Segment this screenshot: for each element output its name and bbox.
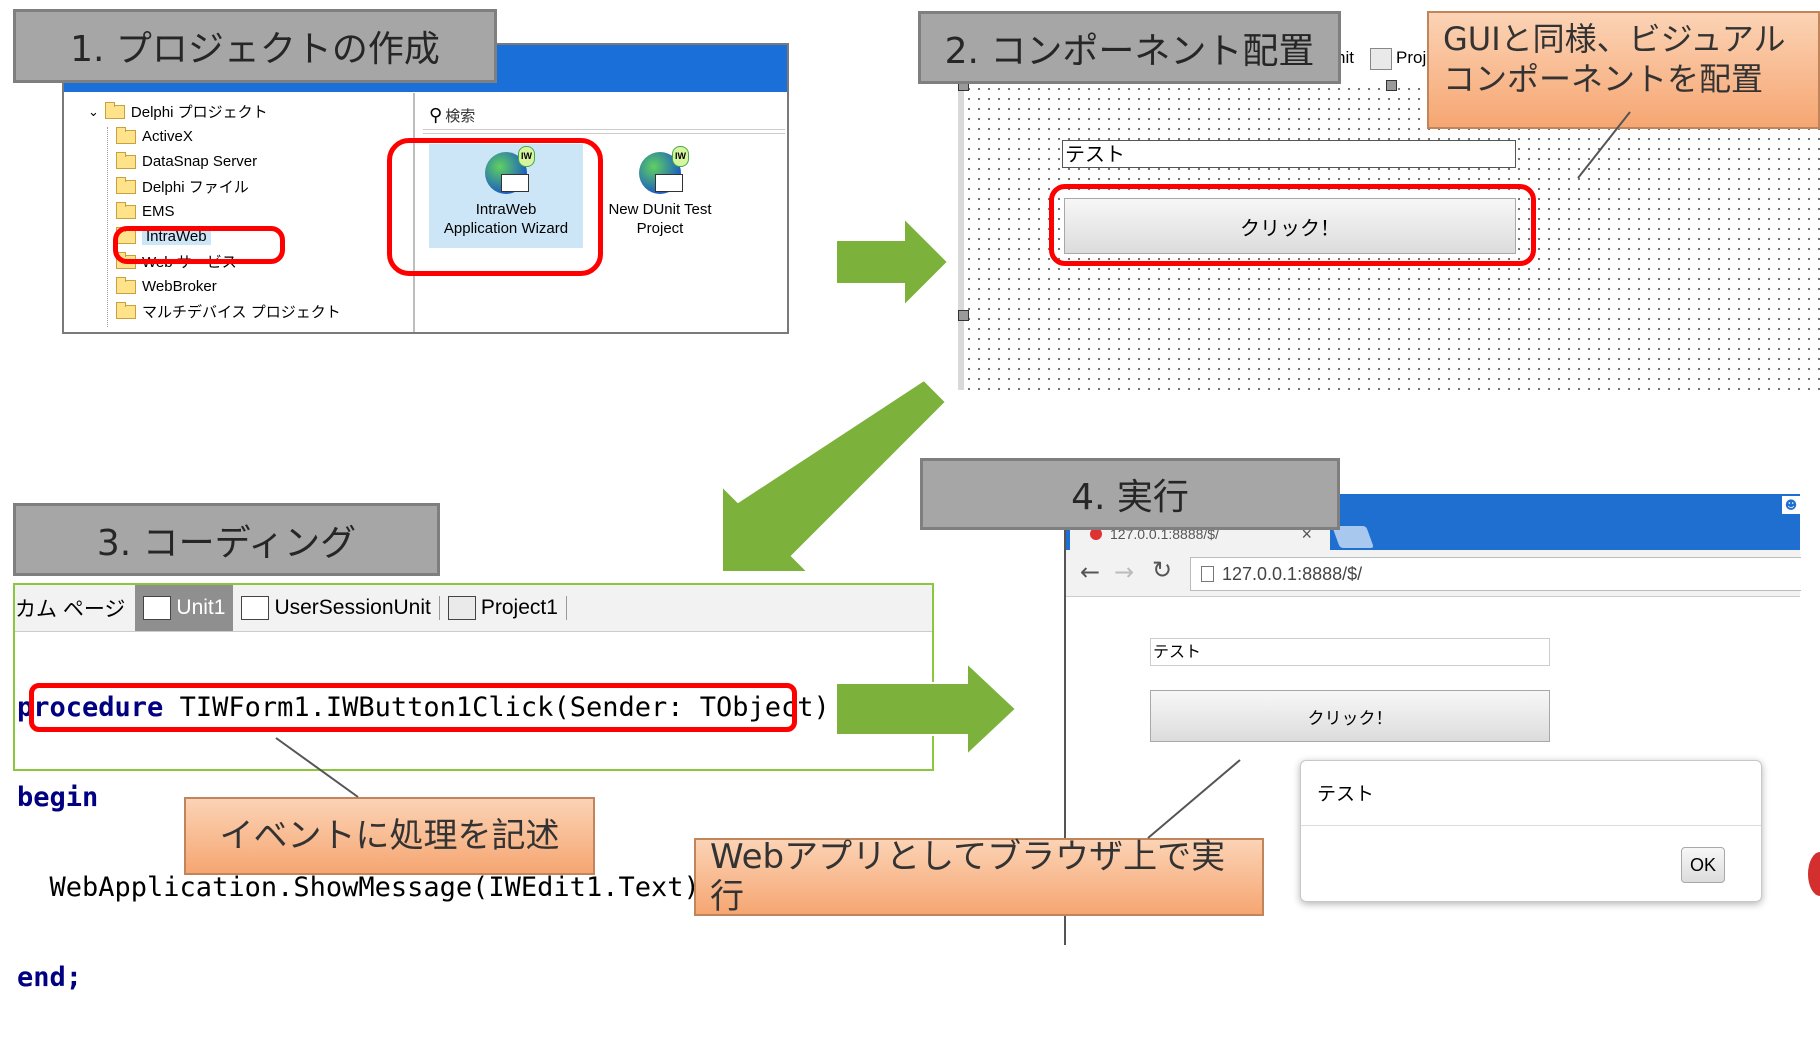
- leader-line: [1147, 759, 1241, 839]
- connectors: [275, 111, 1631, 839]
- leader-line: [1577, 111, 1631, 179]
- arrow-right-icon: [835, 660, 1018, 758]
- arrow-right-icon: [835, 215, 950, 309]
- leader-line: [275, 737, 359, 798]
- code-line-4: end;: [17, 962, 83, 993]
- arrow-down-left-icon: [721, 378, 948, 573]
